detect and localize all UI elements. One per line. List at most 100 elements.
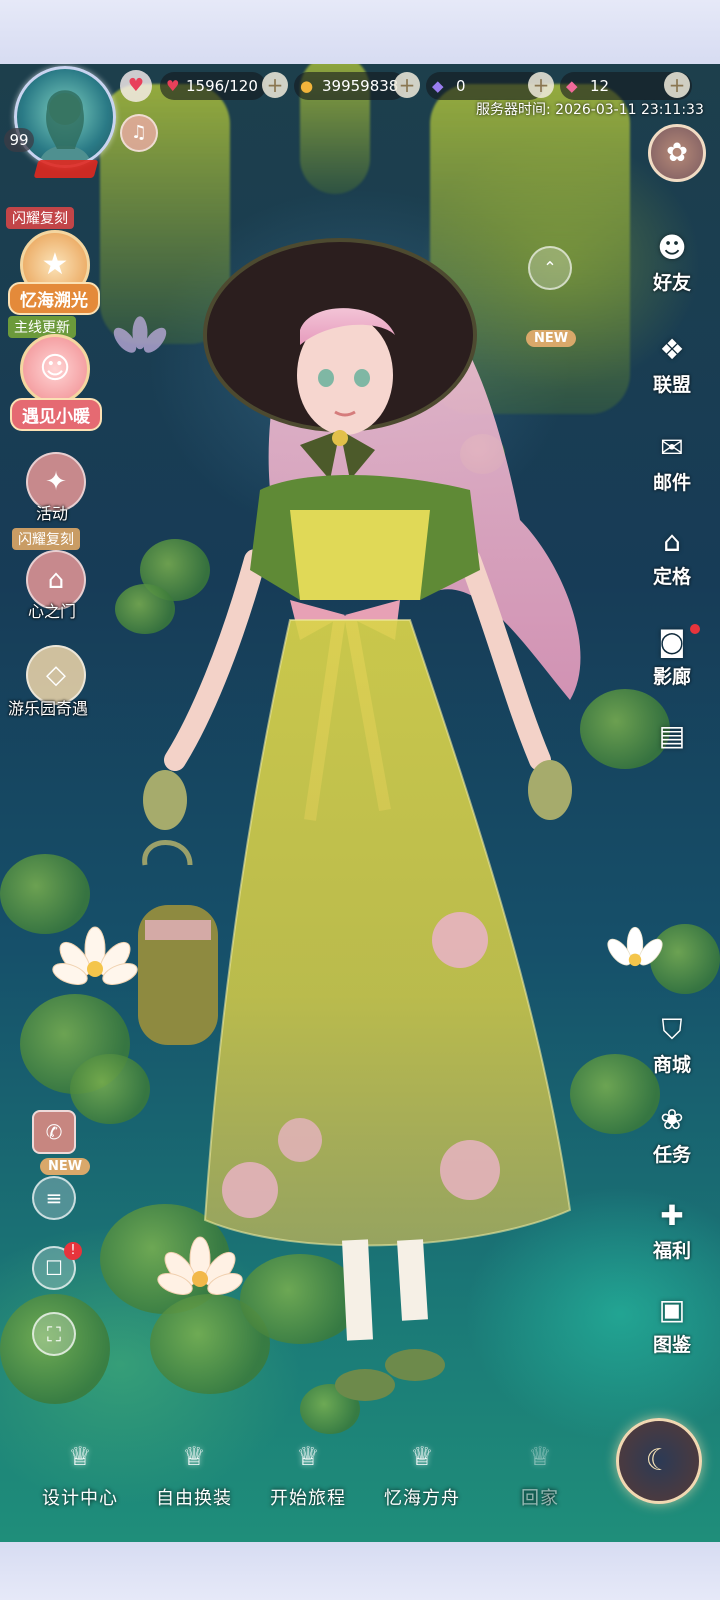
door-icon: ⌂ xyxy=(47,565,65,595)
snapshot-button[interactable]: ⌂ 定格 xyxy=(642,522,702,606)
document-icon: ▤ xyxy=(658,719,686,752)
server-time: 服务器时间: 2026-03-11 23:11:33 xyxy=(476,102,704,118)
nav-label: 开始旅程 xyxy=(270,1488,346,1509)
nav-home[interactable]: ♕ 回家 xyxy=(490,1440,590,1520)
task-icon: ❀ xyxy=(660,1103,684,1136)
flower-icon: ✿ xyxy=(666,138,688,168)
mail-button[interactable]: ✉ 邮件 xyxy=(642,428,702,512)
gold-counter: ● 39959838 xyxy=(294,72,406,100)
chat-alert-icon: ! xyxy=(64,1242,82,1260)
nav-design-center[interactable]: ♕ 设计中心 xyxy=(30,1440,130,1520)
stamina-counter: ♥ 1596/120 xyxy=(160,72,266,100)
moon-icon: ☾ xyxy=(645,1443,673,1478)
crown-icon: ♕ xyxy=(410,1442,434,1472)
nav-label: 设计中心 xyxy=(42,1488,118,1509)
nav-start-journey[interactable]: ♕ 开始旅程 xyxy=(258,1440,358,1520)
collapse-menu-button[interactable]: ⌃ xyxy=(528,246,572,290)
diamond-icon: ◆ xyxy=(432,77,444,95)
gallery-label: 影廊 xyxy=(652,666,691,688)
book-icon: ▣ xyxy=(658,1293,686,1326)
top-frame xyxy=(0,0,720,64)
character-illustration xyxy=(138,238,581,1401)
music-note-icon: ♫ xyxy=(130,122,148,143)
gold-value: 39959838 xyxy=(322,77,399,95)
nav-memory-ark[interactable]: ♕ 忆海方舟 xyxy=(372,1440,472,1520)
badge-main-update: 主线更新 xyxy=(8,316,76,338)
menu-button[interactable]: ≡ xyxy=(32,1176,76,1220)
player-name-redacted xyxy=(33,160,99,178)
diamond-counter: ◆ 0 xyxy=(426,72,544,100)
add-gold-button[interactable]: + xyxy=(394,72,420,98)
heart-icon: ♥ xyxy=(166,77,180,95)
game-scene xyxy=(0,64,720,1542)
crown-icon: ♕ xyxy=(182,1442,206,1472)
friends-label: 好友 xyxy=(652,272,691,294)
friend-icon: ☻ xyxy=(657,231,687,264)
menu-icon: ≡ xyxy=(45,1186,63,1210)
bottom-frame xyxy=(0,1542,720,1600)
player-avatar[interactable] xyxy=(14,66,116,168)
music-button[interactable]: ♫ xyxy=(120,114,158,152)
add-stamina-button[interactable]: + xyxy=(262,72,288,98)
phone-button[interactable]: ✆ xyxy=(32,1110,76,1154)
meet-xiaonuan-label[interactable]: 遇见小暖 xyxy=(10,398,102,431)
player-level: 99 xyxy=(4,128,34,152)
badge-shine-replica: 闪耀复刻 xyxy=(6,207,74,229)
meet-xiaonuan-button[interactable]: ☺ xyxy=(20,334,90,404)
catalog-label: 图鉴 xyxy=(652,1334,691,1356)
camera-icon: ◙ xyxy=(658,625,686,658)
shop-button[interactable]: ⛉ 商城 xyxy=(642,1010,702,1094)
add-diamond-button[interactable]: + xyxy=(528,72,554,98)
welfare-button[interactable]: ✚ 福利 xyxy=(642,1196,702,1280)
crown-icon: ♕ xyxy=(296,1442,320,1472)
gallery-button[interactable]: ◙ 影廊 xyxy=(642,622,702,706)
girl-face-icon: ☺ xyxy=(39,351,71,386)
nav-free-dressup[interactable]: ♕ 自由换装 xyxy=(144,1440,244,1520)
alliance-icon: ❖ xyxy=(659,333,685,366)
chevron-icon: ⌃ xyxy=(543,258,557,277)
heart-button[interactable]: ♥ xyxy=(120,70,152,102)
diamond-outline-icon: ◇ xyxy=(46,660,66,690)
shopping-bag-icon: ⛉ xyxy=(661,1013,683,1046)
alliance-button[interactable]: ❖ 联盟 xyxy=(642,330,702,414)
new-tag: NEW xyxy=(526,330,577,347)
friends-button[interactable]: ☻ 好友 xyxy=(642,228,702,312)
gallery-alert-icon xyxy=(690,624,700,634)
crown-icon: ♕ xyxy=(68,1442,92,1472)
house-icon: ⌂ xyxy=(663,525,681,558)
new-tag: NEW xyxy=(40,1158,91,1175)
activity-label: 活动 xyxy=(36,504,69,523)
effects-toggle-button[interactable]: ✿ xyxy=(648,124,706,182)
welfare-label: 福利 xyxy=(652,1240,691,1262)
gift-icon: ✚ xyxy=(660,1199,684,1232)
document-button[interactable]: ▤ xyxy=(642,716,702,756)
mail-icon: ✉ xyxy=(660,431,684,464)
mail-label: 邮件 xyxy=(652,472,691,494)
tasks-button[interactable]: ❀ 任务 xyxy=(642,1100,702,1184)
fullscreen-icon: ⛶ xyxy=(47,1322,61,1346)
nav-label: 忆海方舟 xyxy=(384,1488,460,1509)
catalog-button[interactable]: ▣ 图鉴 xyxy=(642,1290,702,1374)
phone-icon: ✆ xyxy=(45,1120,63,1144)
add-pink-diamond-button[interactable]: + xyxy=(664,72,690,98)
memory-sea-label[interactable]: 忆海溯光 xyxy=(8,282,100,315)
star-icon: ★ xyxy=(41,247,69,282)
cat-coin-icon: ● xyxy=(300,77,314,95)
star-burst-icon: ✦ xyxy=(45,467,67,497)
badge-shine-replica-2: 闪耀复刻 xyxy=(12,528,80,550)
heart-gate-label: 心之门 xyxy=(28,602,77,621)
snapshot-label: 定格 xyxy=(652,566,691,588)
pink-diamond-value: 12 xyxy=(590,77,610,95)
moon-orb-button[interactable]: ☾ xyxy=(616,1418,702,1504)
stamina-value: 1596/120 xyxy=(186,77,258,95)
shop-label: 商城 xyxy=(652,1054,691,1076)
crown-icon: ♕ xyxy=(528,1442,552,1472)
tasks-label: 任务 xyxy=(652,1144,691,1166)
nav-label: 自由换装 xyxy=(156,1488,232,1509)
pink-diamond-icon: ◆ xyxy=(566,77,578,95)
fullscreen-button[interactable]: ⛶ xyxy=(32,1312,76,1356)
nav-label: 回家 xyxy=(521,1488,559,1509)
alliance-label: 联盟 xyxy=(652,374,691,396)
diamond-value: 0 xyxy=(456,77,466,95)
amusement-park-label: 游乐园奇遇 xyxy=(8,699,89,718)
